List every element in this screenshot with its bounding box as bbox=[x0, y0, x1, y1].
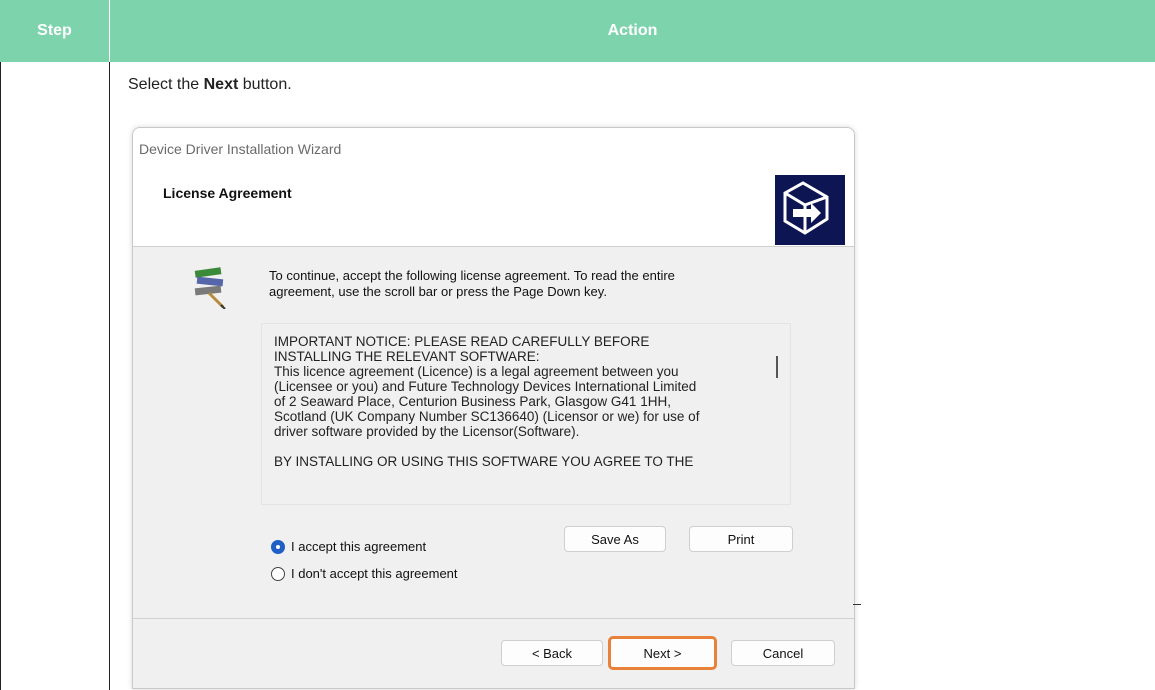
table-header: Step Action bbox=[0, 0, 1155, 62]
accept-radio-label: I accept this agreement bbox=[291, 539, 427, 554]
license-text: IMPORTANT NOTICE: PLEASE READ CAREFULLY … bbox=[274, 334, 700, 469]
instruction-prefix: Select the bbox=[128, 76, 204, 93]
table-border-left bbox=[0, 62, 1, 690]
intro-line-2: agreement, use the scroll bar or press t… bbox=[269, 284, 607, 299]
installation-wizard-dialog: Device Driver Installation Wizard Licens… bbox=[132, 127, 855, 689]
intro-line-1: To continue, accept the following licens… bbox=[269, 268, 675, 283]
decline-radio-label: I don't accept this agreement bbox=[291, 566, 458, 581]
footer-divider bbox=[133, 618, 854, 619]
dialog-title: Device Driver Installation Wizard bbox=[133, 128, 854, 163]
cancel-button[interactable]: Cancel bbox=[731, 640, 835, 666]
step-column-header: Step bbox=[37, 22, 72, 39]
accept-radio[interactable] bbox=[271, 539, 285, 554]
instruction-suffix: button. bbox=[238, 76, 292, 93]
table-column-divider bbox=[109, 62, 110, 690]
save-as-button[interactable]: Save As bbox=[564, 526, 666, 552]
banner-title: License Agreement bbox=[163, 185, 292, 201]
print-button[interactable]: Print bbox=[689, 526, 793, 552]
installer-logo-icon bbox=[775, 175, 845, 245]
intro-text: To continue, accept the following licens… bbox=[269, 268, 769, 300]
dialog-edge-line bbox=[853, 604, 861, 605]
instruction-text: Select the Next button. bbox=[128, 76, 292, 94]
instruction-bold: Next bbox=[203, 76, 239, 93]
back-button[interactable]: < Back bbox=[501, 640, 603, 666]
license-textbox[interactable]: IMPORTANT NOTICE: PLEASE READ CAREFULLY … bbox=[261, 323, 791, 505]
next-button[interactable]: Next > bbox=[608, 636, 717, 670]
license-scrollbar-thumb[interactable] bbox=[776, 356, 778, 378]
dialog-banner: License Agreement bbox=[133, 163, 854, 247]
decline-radio-option[interactable]: I don't accept this agreement bbox=[271, 566, 458, 581]
decline-radio[interactable] bbox=[271, 566, 285, 581]
accept-radio-option[interactable]: I accept this agreement bbox=[271, 539, 426, 554]
books-icon bbox=[191, 263, 231, 310]
action-column-header: Action bbox=[607, 22, 658, 39]
